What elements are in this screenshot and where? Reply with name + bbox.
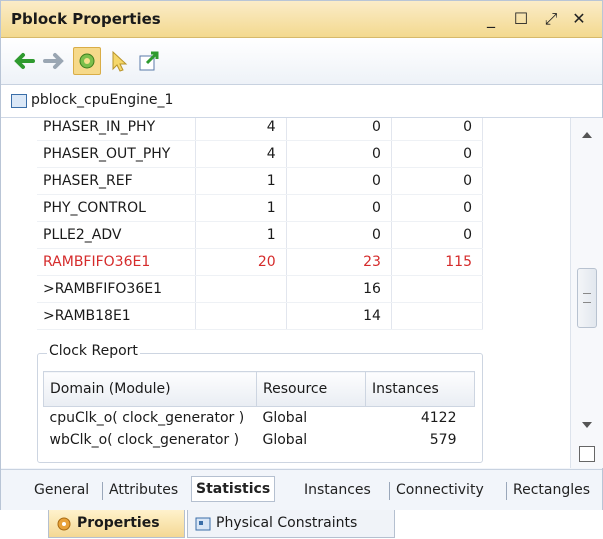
tab-separator [389,482,390,500]
table-row[interactable]: PHY_CONTROL 1 0 0 [37,194,484,222]
resource-cell: Global [262,410,308,426]
auto-update-icon[interactable] [73,47,101,75]
tab-connectivity[interactable]: Connectivity [396,478,484,502]
count-3-cell: 0 [391,118,484,141]
physical-constraints-tab-label: Physical Constraints [216,515,358,531]
tab-statistics[interactable]: Statistics [191,476,276,502]
table-row[interactable]: PHASER_OUT_PHY 4 0 0 [37,140,484,168]
count-1-cell: 20 [195,248,287,276]
resource-table: PHASER_IN_PHY 4 0 0 PHASER_OUT_PHY 4 0 0 PHASER_… [37,118,484,330]
properties-tab-label: Properties [77,515,160,531]
count-1-cell: 1 [195,167,287,195]
statistics-panel: PHASER_IN_PHY 4 0 0 PHASER_OUT_PHY 4 0 0 PHASER_… [1,118,570,468]
count-2-cell: 0 [286,140,392,168]
count-3-cell: 115 [391,248,484,276]
minimize-button[interactable]: _ [479,7,503,31]
scroll-down-icon[interactable] [581,420,593,430]
table-row[interactable]: >RAMBFIFO36E1 16 [37,275,484,303]
count-3-cell: 0 [391,167,484,195]
count-2-cell: 14 [286,302,392,330]
count-1-cell: 1 [195,221,287,249]
count-1-cell [195,302,287,330]
tab-instances[interactable]: Instances [304,478,371,502]
count-2-cell: 0 [286,167,392,195]
properties-icon [57,517,71,531]
window-title: Pblock Properties [11,10,161,28]
resource-name-cell: >RAMBFIFO36E1 [37,275,197,303]
resource-name-cell: PHY_CONTROL [37,194,197,222]
domain-header[interactable]: Domain (Module) [43,371,257,407]
resource-name-cell: PLLE2_ADV [37,221,197,249]
resource-name-cell: PHASER_REF [37,167,197,195]
table-row[interactable]: PHASER_REF 1 0 0 [37,167,484,195]
count-2-cell: 0 [286,221,392,249]
resource-name-cell: PHASER_OUT_PHY [37,140,197,168]
maximize-button[interactable]: ☐ [509,7,533,31]
selected-object-row: pblock_cpuEngine_1 [1,85,602,118]
table-row[interactable]: wbClk_o( clock_generator ) Global 579 [44,429,475,451]
panel-restore-icon[interactable] [579,446,595,462]
domain-cell: cpuClk_o( clock_generator ) [49,410,245,426]
count-2-cell: 23 [286,248,392,276]
clock-report-table: Domain (Module) Resource Instances cpuCl… [43,371,475,451]
resource-name-cell: >RAMB18E1 [37,302,197,330]
table-row[interactable]: RAMBFIFO36E1 20 23 115 [37,248,484,276]
count-1-cell: 4 [195,118,287,141]
object-name: pblock_cpuEngine_1 [31,92,174,108]
instances-cell: 4122 [420,410,457,426]
resource-header[interactable]: Resource [256,371,366,407]
table-row[interactable]: PHASER_IN_PHY 4 0 0 [37,118,484,141]
table-row[interactable]: PLLE2_ADV 1 0 0 [37,221,484,249]
table-row[interactable]: cpuClk_o( clock_generator ) Global 4122 [44,407,475,430]
float-button[interactable]: ⤢ [539,7,563,31]
instances-cell: 579 [429,432,457,448]
table-row[interactable]: >RAMB18E1 14 [37,302,484,330]
count-1-cell [195,275,287,303]
properties-tab-bar: General Attributes Statistics Instances … [1,469,602,510]
count-2-cell: 0 [286,194,392,222]
back-arrow-icon[interactable] [9,47,37,75]
properties-tab[interactable]: Properties [48,510,185,538]
count-3-cell: 0 [391,140,484,168]
tab-general[interactable]: General [34,478,89,502]
tab-rectangles[interactable]: Rectangles [513,478,590,502]
export-icon[interactable] [135,47,163,75]
title-bar[interactable]: Pblock Properties _ ☐ ⤢ ✕ [1,1,602,38]
bottom-tab-bar: Properties Physical Constraints [0,508,603,539]
tab-separator [102,482,103,500]
count-3-cell: 0 [391,221,484,249]
pblock-properties-window: Pblock Properties _ ☐ ⤢ ✕ pblock_cpuEngi… [0,0,603,510]
select-cursor-icon[interactable] [105,47,133,75]
toolbar [1,38,602,85]
pblock-icon [11,94,27,108]
resource-cell: Global [262,432,308,448]
physical-constraints-tab[interactable]: Physical Constraints [187,510,395,538]
count-1-cell: 4 [195,140,287,168]
resource-name-cell: PHASER_IN_PHY [37,118,197,141]
tab-attributes[interactable]: Attributes [109,478,178,502]
forward-arrow-icon[interactable] [41,47,69,75]
tab-separator [506,482,507,500]
vertical-scrollbar[interactable] [570,118,603,468]
count-3-cell [391,275,484,303]
scroll-thumb[interactable] [577,268,597,328]
domain-cell: wbClk_o( clock_generator ) [49,432,240,448]
scroll-up-icon[interactable] [581,130,593,140]
clock-report-title: Clock Report [47,343,140,359]
close-button[interactable]: ✕ [567,7,591,31]
count-1-cell: 1 [195,194,287,222]
count-2-cell: 0 [286,118,392,141]
count-2-cell: 16 [286,275,392,303]
physical-constraints-icon [195,517,211,531]
count-3-cell: 0 [391,194,484,222]
count-3-cell [391,302,484,330]
resource-name-cell: RAMBFIFO36E1 [37,248,197,276]
instances-header[interactable]: Instances [365,371,475,407]
clock-report-group: Clock Report Domain (Module) Resource In… [37,343,483,463]
